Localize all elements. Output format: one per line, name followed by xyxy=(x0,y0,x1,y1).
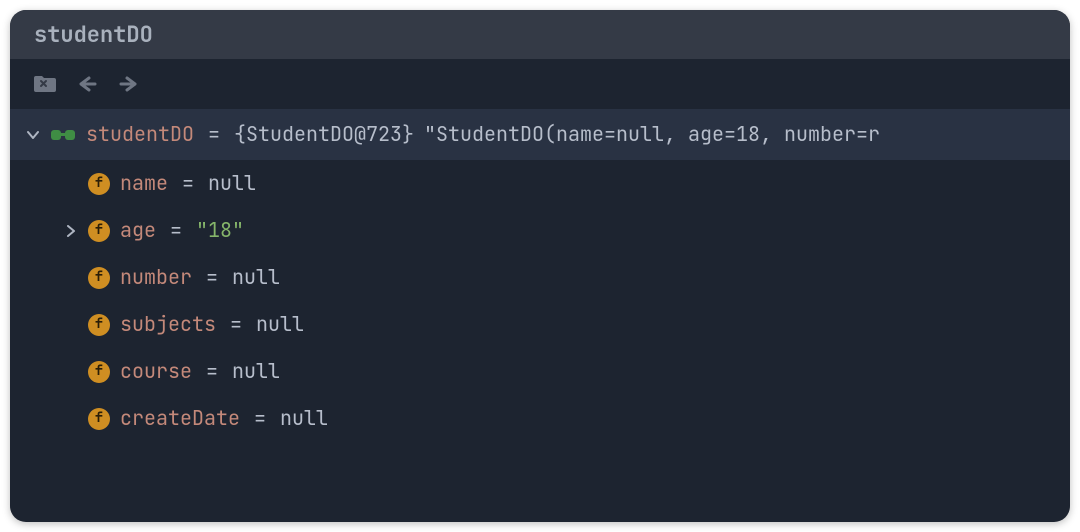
watch-glasses-icon xyxy=(50,128,76,142)
field-list: fname = nullfage = "18"fnumber = nullfsu… xyxy=(10,160,1070,442)
equals-glyph: = xyxy=(166,217,186,244)
root-tostring: "StudentDO(name=null, age=18, number=r xyxy=(424,121,880,148)
field-value: null xyxy=(208,170,256,197)
field-icon: f xyxy=(88,267,110,289)
equals-glyph: = xyxy=(226,311,246,338)
variable-root-row[interactable]: studentDO = {StudentDO@723} "StudentDO(n… xyxy=(10,109,1070,160)
debugger-variables-panel: studentDO xyxy=(10,10,1070,522)
equals-glyph: = xyxy=(202,358,222,385)
field-icon: f xyxy=(88,173,110,195)
field-row[interactable]: f subjects = null xyxy=(10,301,1070,348)
field-name: age xyxy=(120,217,156,244)
field-value: null xyxy=(232,264,280,291)
equals-glyph: = xyxy=(204,121,224,148)
chevron-down-icon[interactable] xyxy=(26,129,40,141)
variable-tree: studentDO = {StudentDO@723} "StudentDO(n… xyxy=(10,105,1070,442)
folder-close-icon[interactable] xyxy=(32,73,58,95)
field-row[interactable]: fage = "18" xyxy=(10,207,1070,254)
field-value: "18" xyxy=(196,217,244,244)
field-row[interactable]: fcourse = null xyxy=(10,348,1070,395)
field-value: null xyxy=(280,405,328,432)
field-icon: f xyxy=(88,314,110,336)
field-name: course xyxy=(120,358,192,385)
field-row[interactable]: f createDate = null xyxy=(10,395,1070,442)
field-value: null xyxy=(256,311,304,338)
field-row[interactable]: fname = null xyxy=(10,160,1070,207)
panel-header: studentDO xyxy=(10,10,1070,59)
field-icon: f xyxy=(88,220,110,242)
field-value: null xyxy=(232,358,280,385)
root-variable-name: studentDO xyxy=(86,121,194,148)
debugger-toolbar xyxy=(10,59,1070,105)
field-name: createDate xyxy=(120,405,240,432)
field-name: name xyxy=(120,170,168,197)
field-icon: f xyxy=(88,361,110,383)
panel-title: studentDO xyxy=(34,20,153,49)
field-row[interactable]: fnumber = null xyxy=(10,254,1070,301)
equals-glyph: = xyxy=(178,170,198,197)
field-icon: f xyxy=(88,408,110,430)
field-name: subjects xyxy=(120,311,216,338)
chevron-right-icon[interactable] xyxy=(64,225,78,237)
equals-glyph: = xyxy=(250,405,270,432)
root-type-reference: {StudentDO@723} xyxy=(234,121,414,148)
arrow-right-icon[interactable] xyxy=(116,73,142,95)
arrow-left-icon[interactable] xyxy=(74,73,100,95)
equals-glyph: = xyxy=(202,264,222,291)
field-name: number xyxy=(120,264,192,291)
